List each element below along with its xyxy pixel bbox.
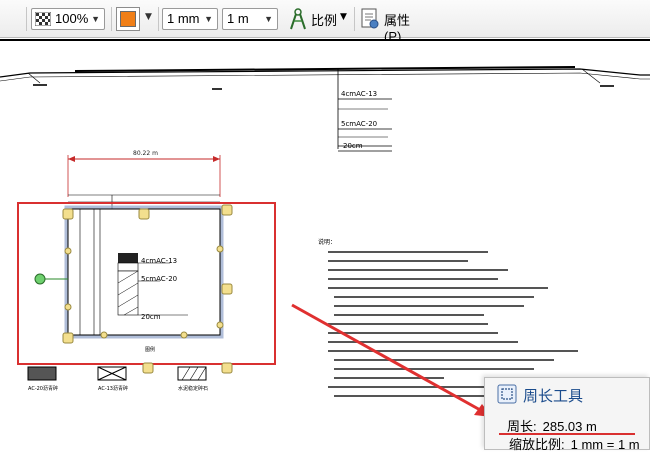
layer-label-3: 20cm — [343, 142, 363, 150]
cross-section-box: 4cmAC-13 5cmAC-20 20cm — [64, 205, 224, 339]
panel-title: 周长工具 — [523, 388, 584, 405]
toolbar-separator — [354, 7, 355, 31]
chevron-down-icon: ▼ — [204, 14, 213, 24]
perimeter-label: 周长: — [507, 419, 537, 434]
panel-header: 周长工具 — [485, 378, 649, 408]
opacity-value: 100% — [55, 11, 89, 26]
legend-caption-2: AC-13沥青碎 — [98, 385, 128, 392]
color-button[interactable] — [116, 7, 140, 31]
scale-row: 缩放比例: 1 mm = 1 m — [509, 434, 640, 453]
compass-icon — [290, 8, 306, 30]
toolbar-separator — [158, 7, 159, 31]
chevron-down-icon: ▼ — [264, 14, 273, 24]
toolbar: 100% ▼ ▼ 1 mm ▼ 1 m ▼ 比例 ▼ 属性(P)... — [0, 0, 650, 44]
checkerboard-icon — [35, 12, 51, 26]
legend-caption-1: AC-20沥青碎 — [28, 385, 58, 392]
toolbar-separator — [26, 7, 27, 31]
section-layer-label-1: 4cmAC-13 — [141, 257, 177, 265]
unit-large-value: 1 m — [227, 11, 249, 26]
chevron-down-icon: ▼ — [340, 12, 347, 22]
section-layer-label-3: 20cm — [141, 313, 161, 321]
properties-button[interactable]: 属性(P)... — [358, 5, 438, 44]
toolbar-separator — [111, 7, 112, 31]
perimeter-selection-rect — [17, 202, 276, 365]
legend-caption-3: 水泥稳定碎石 — [178, 385, 208, 392]
opacity-select[interactable]: 100% ▼ — [31, 8, 105, 30]
unit-large-select[interactable]: 1 m ▼ — [222, 8, 278, 30]
perimeter-value: 285.03 m — [542, 419, 597, 434]
dimension-label: 80.22 m — [133, 150, 158, 157]
perimeter-tool-panel: 周长工具 周长: 285.03 m 缩放比例: 1 mm = 1 m — [484, 377, 650, 453]
chevron-down-icon: ▼ — [91, 14, 100, 24]
unit-small-value: 1 mm — [167, 11, 200, 26]
layer-label-1: 4cmAC-13 — [341, 90, 377, 98]
document-properties-icon — [361, 8, 379, 29]
rotate-handle[interactable] — [34, 273, 46, 285]
figure-caption: 图例 — [145, 346, 155, 353]
section-layer-label-2: 5cmAC-20 — [141, 275, 177, 283]
unit-small-select[interactable]: 1 mm ▼ — [162, 8, 218, 30]
color-dropdown-icon[interactable]: ▼ — [145, 12, 152, 22]
dimension-line: 80.22 m — [67, 150, 221, 197]
layer-label-2: 5cmAC-20 — [341, 120, 377, 128]
perimeter-tool-icon — [497, 384, 517, 404]
notes-heading: 说明： — [318, 238, 336, 246]
scale-button[interactable]: 比例 ▼ — [284, 5, 350, 33]
scale-label: 比例 — [311, 13, 338, 28]
layer-labels: 4cmAC-13 5cmAC-20 20cm — [338, 90, 392, 152]
legend: AC-20沥青碎 AC-13沥青碎 水泥稳定碎石 — [27, 366, 208, 392]
notes-block: 说明： — [318, 238, 578, 397]
color-swatch-icon — [120, 11, 136, 27]
road-cross-section — [0, 39, 650, 149]
